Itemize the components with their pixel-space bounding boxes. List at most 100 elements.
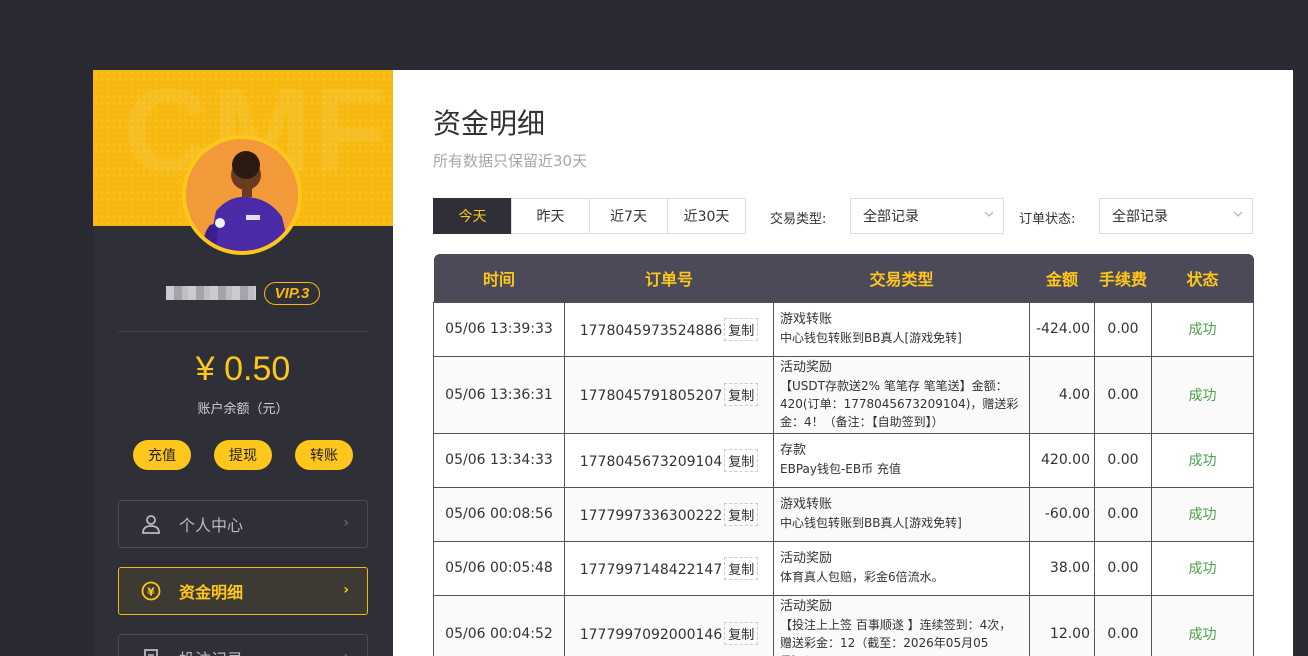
type-filter-select[interactable]: 全部记录 bbox=[850, 198, 1004, 234]
type-desc: 【USDT存款送2% 笔笔存 笔笔送】金额：420(订单：17780456732… bbox=[780, 378, 1019, 429]
cell-status: 成功 bbox=[1151, 540, 1254, 596]
table-row: 05/06 00:04:52 1777997092000146 复制 活动奖励 【投… bbox=[433, 594, 1254, 656]
cell-fee: 0.00 bbox=[1094, 432, 1152, 488]
cell-amount: 38.00 bbox=[1029, 540, 1095, 596]
header-status: 状态 bbox=[1186, 269, 1219, 289]
tab-7days[interactable]: 近7天 bbox=[589, 198, 668, 234]
transfer-button[interactable]: 转账 bbox=[295, 440, 353, 470]
cell-time: 05/06 00:08:56 bbox=[433, 486, 565, 542]
menu-item-label: 个人中心 bbox=[179, 516, 244, 535]
cell-amount: -424.00 bbox=[1029, 301, 1095, 357]
withdraw-button[interactable]: 提现 bbox=[214, 440, 272, 470]
wallet-actions: 充值 提现 转账 bbox=[133, 440, 353, 470]
copy-button[interactable]: 复制 bbox=[724, 317, 759, 341]
cell-time: 05/06 13:34:33 bbox=[433, 432, 565, 488]
order-number: 1778045673209104 bbox=[579, 453, 723, 470]
type-title: 游戏转账 bbox=[780, 497, 833, 512]
sidebar: CMF VIP.3 ¥ 0.50 账户余额（元） 充值 提现 转账 个人中心 ›… bbox=[93, 70, 393, 656]
menu-item-funds[interactable]: ¥ 资金明细 › bbox=[118, 567, 368, 615]
type-title: 活动奖励 bbox=[780, 551, 833, 566]
cell-order: 1778045791805207 复制 bbox=[564, 355, 774, 434]
table-row: 05/06 13:34:33 1778045673209104 复制 存款 EBPa… bbox=[433, 432, 1254, 488]
svg-text:¥: ¥ bbox=[147, 586, 155, 599]
main-panel: 资金明细 所有数据只保留近30天 今天 昨天 近7天 近30天 交易类型: 全部… bbox=[393, 70, 1293, 656]
cell-fee: 0.00 bbox=[1094, 355, 1152, 434]
chevron-down-icon bbox=[984, 211, 994, 217]
balance-label: 账户余额（元） bbox=[197, 402, 289, 417]
cell-type: 存款 EBPay钱包-EB币 充值 bbox=[773, 432, 1030, 488]
cell-fee: 0.00 bbox=[1094, 540, 1152, 596]
cell-time: 05/06 00:05:48 bbox=[433, 540, 565, 596]
vip-badge: VIP.3 bbox=[263, 281, 321, 305]
user-icon bbox=[141, 514, 161, 534]
cell-order: 1777997336300222 复制 bbox=[564, 486, 774, 542]
type-desc: 中心钱包转账到BB真人[游戏免转] bbox=[780, 516, 962, 530]
cell-type: 游戏转账中心钱包转账到BB真人[游戏免转] bbox=[773, 301, 1030, 357]
order-number: 1777997148422147 bbox=[579, 561, 723, 578]
type-desc: 体育真人包赔，彩金6倍流水。 bbox=[780, 570, 944, 584]
cell-time: 05/06 00:04:52 bbox=[433, 594, 565, 656]
header-fee: 手续费 bbox=[1098, 269, 1147, 289]
header-type: 交易类型 bbox=[869, 269, 934, 289]
copy-button[interactable]: 复制 bbox=[724, 556, 759, 580]
header-order: 订单号 bbox=[644, 269, 693, 289]
order-number: 1778045791805207 bbox=[579, 388, 723, 404]
player-avatar-icon bbox=[186, 139, 298, 251]
chevron-down-icon bbox=[1233, 211, 1243, 217]
status-filter-label: 订单状态: bbox=[1019, 212, 1076, 227]
order-number: 1777997092000146 bbox=[579, 627, 723, 643]
date-range-tabs: 今天 昨天 近7天 近30天 bbox=[433, 198, 746, 234]
cell-status: 成功 bbox=[1151, 432, 1254, 488]
order-number: 1777997336300222 bbox=[579, 507, 723, 524]
cell-order: 1777997092000146 复制 bbox=[564, 594, 774, 656]
header-amount: 金额 bbox=[1045, 269, 1078, 289]
cell-time: 05/06 13:36:31 bbox=[433, 355, 565, 434]
cell-type: 活动奖励 【投注上上签 百事顺遂 】连续签到：4次，赠送彩金：12（截至：2026… bbox=[773, 594, 1030, 656]
avatar[interactable] bbox=[182, 135, 302, 255]
type-title: 游戏转账 bbox=[780, 312, 833, 327]
cell-fee: 0.00 bbox=[1094, 594, 1152, 656]
table-row: 05/06 13:36:31 1778045791805207 复制 活动奖励【U… bbox=[433, 355, 1254, 434]
chevron-right-icon: › bbox=[343, 649, 349, 656]
cell-type: 活动奖励【USDT存款送2% 笔笔存 笔笔送】金额：420(订单：1778045… bbox=[773, 355, 1030, 434]
type-title: 存款 bbox=[780, 443, 807, 458]
copy-button[interactable]: 复制 bbox=[724, 448, 759, 472]
table-row: 05/06 00:05:48 1777997148422147 复制 活动奖励体育… bbox=[433, 540, 1254, 596]
copy-button[interactable]: 复制 bbox=[724, 383, 759, 406]
page-subtitle: 所有数据只保留近30天 bbox=[433, 152, 588, 170]
status-filter-select[interactable]: 全部记录 bbox=[1099, 198, 1253, 234]
cell-status: 成功 bbox=[1151, 355, 1254, 434]
type-desc: 【投注上上签 百事顺遂 】连续签到：4次，赠送彩金：12（截至：2026年05月… bbox=[780, 617, 1012, 656]
transactions-table: 时间 订单号 交易类型 金额 手续费 状态 05/06 13:39:33 177… bbox=[433, 254, 1254, 656]
type-filter-label: 交易类型: bbox=[770, 212, 827, 227]
type-desc: EBPay钱包-EB币 充值 bbox=[780, 462, 901, 476]
user-row: VIP.3 bbox=[93, 280, 393, 306]
tab-30days[interactable]: 近30天 bbox=[667, 198, 746, 234]
cell-fee: 0.00 bbox=[1094, 301, 1152, 357]
cell-order: 1777997148422147 复制 bbox=[564, 540, 774, 596]
menu-item-bets[interactable]: 投注记录 › bbox=[118, 634, 368, 656]
page-title: 资金明细 bbox=[433, 107, 546, 140]
menu-item-profile[interactable]: 个人中心 › bbox=[118, 500, 368, 548]
cell-amount: 420.00 bbox=[1029, 432, 1095, 488]
cell-status: 成功 bbox=[1151, 486, 1254, 542]
copy-button[interactable]: 复制 bbox=[724, 622, 759, 645]
divider bbox=[118, 331, 368, 332]
deposit-button[interactable]: 充值 bbox=[133, 440, 191, 470]
tab-today[interactable]: 今天 bbox=[433, 198, 512, 234]
tab-yesterday[interactable]: 昨天 bbox=[511, 198, 590, 234]
status-filter-value: 全部记录 bbox=[1112, 209, 1168, 225]
balance-amount: ¥ 0.50 bbox=[195, 350, 291, 388]
username-blurred bbox=[165, 286, 256, 300]
cell-amount: 12.00 bbox=[1029, 594, 1095, 656]
yen-circle-icon: ¥ bbox=[141, 581, 161, 601]
cell-order: 1778045973524886 复制 bbox=[564, 301, 774, 357]
type-filter-value: 全部记录 bbox=[863, 209, 919, 225]
type-desc: 中心钱包转账到BB真人[游戏免转] bbox=[780, 331, 962, 345]
cell-fee: 0.00 bbox=[1094, 486, 1152, 542]
order-number: 1778045973524886 bbox=[579, 322, 723, 339]
type-title: 活动奖励 bbox=[780, 359, 833, 375]
table-header-row: 时间 订单号 交易类型 金额 手续费 状态 bbox=[433, 254, 1254, 302]
copy-button[interactable]: 复制 bbox=[724, 502, 759, 526]
cell-type: 活动奖励体育真人包赔，彩金6倍流水。 bbox=[773, 540, 1030, 596]
